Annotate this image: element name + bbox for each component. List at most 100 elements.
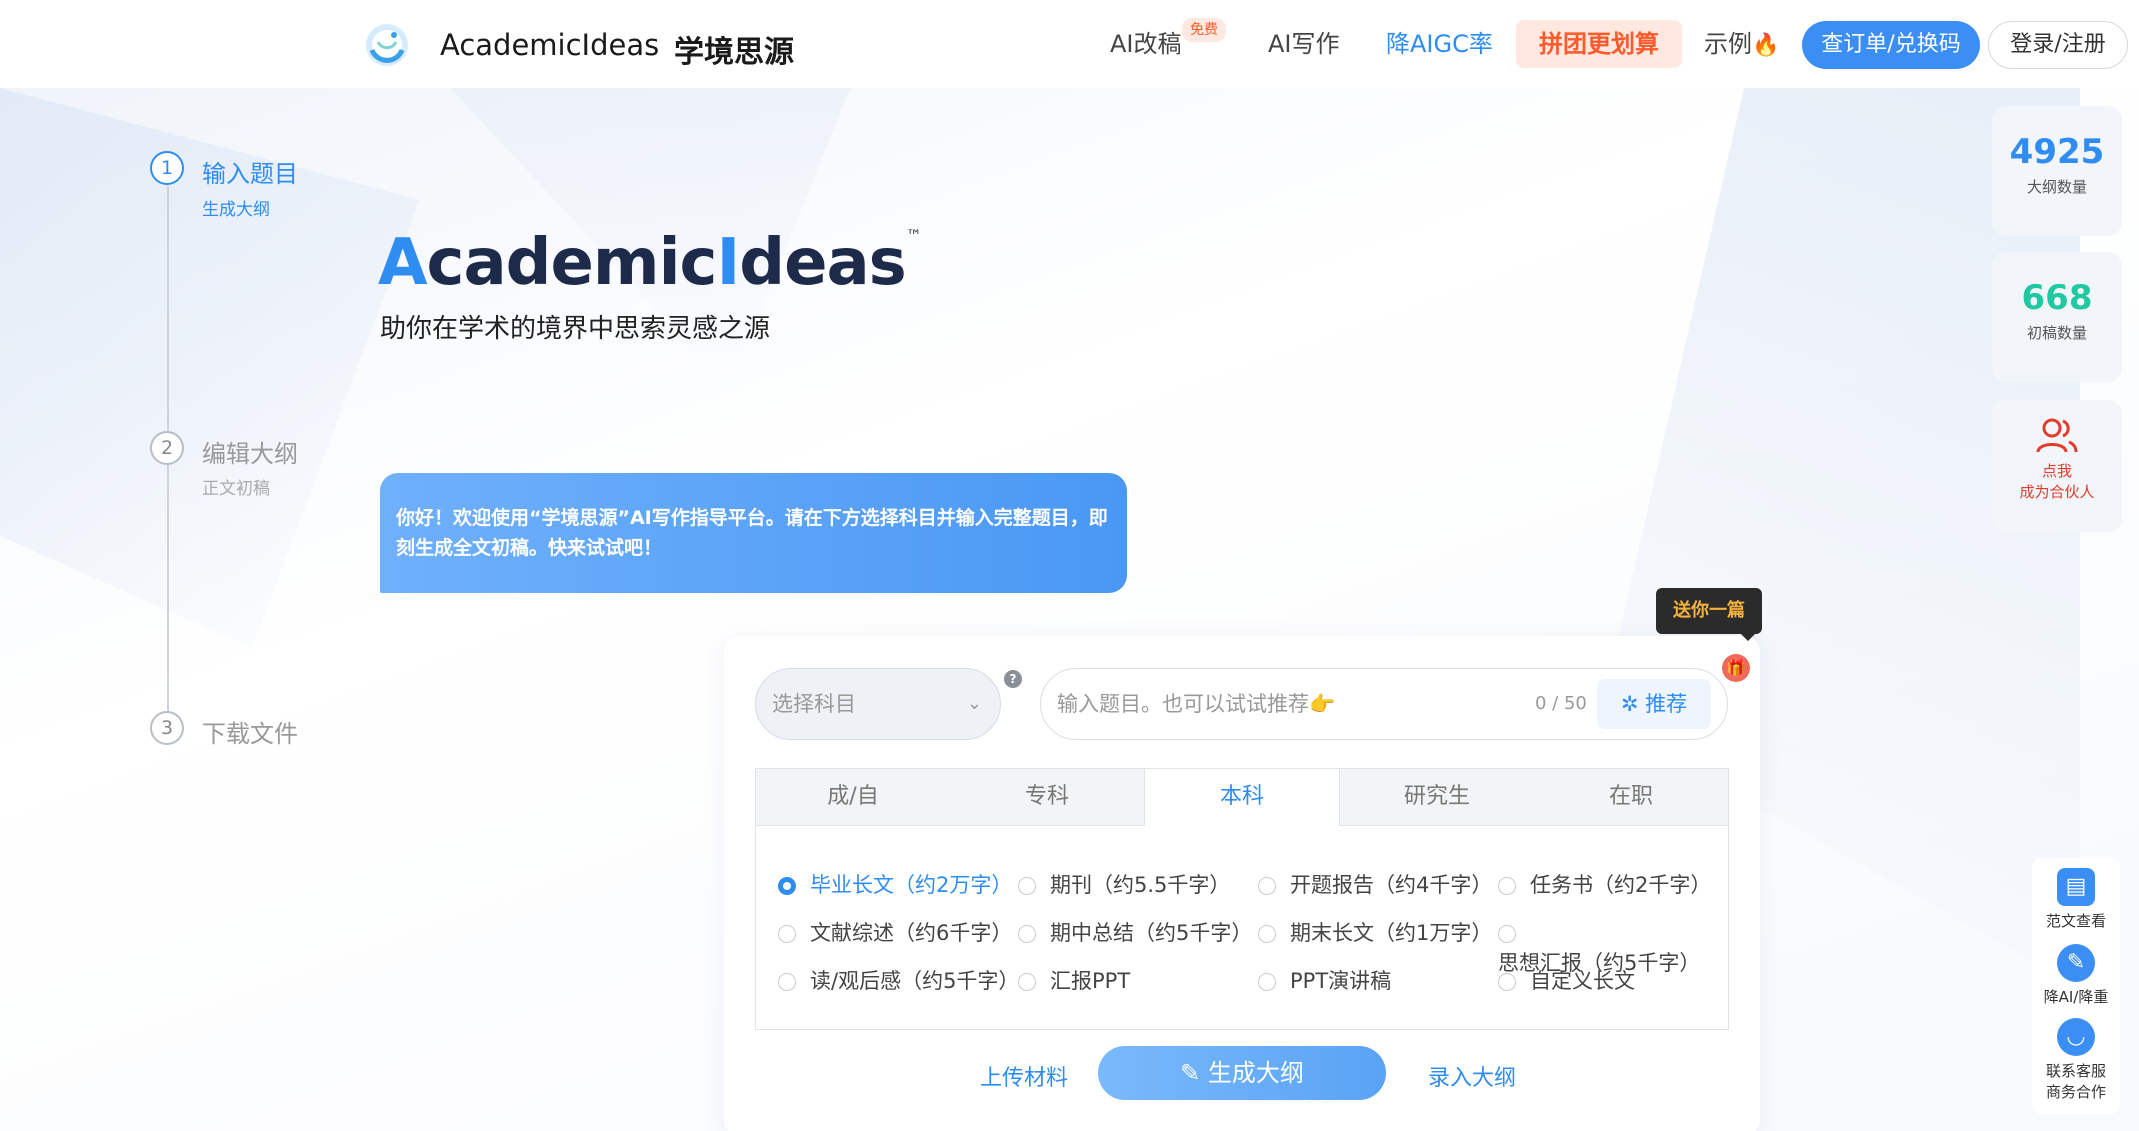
outline-count-box: 4925 大纲数量 [1992, 106, 2122, 236]
option-task-book[interactable]: 任务书（约2千字） [1498, 870, 1711, 900]
option-report-ppt[interactable]: 汇报PPT [1018, 966, 1130, 996]
step-1-subtitle: 生成大纲 [202, 200, 270, 220]
tab-benke[interactable]: 本科 [1144, 769, 1340, 827]
hero-title-i: I [716, 226, 740, 300]
tab-cheng-zi[interactable]: 成/自 [756, 769, 950, 825]
outline-count-label: 大纲数量 [2026, 178, 2087, 196]
customer-service-tool[interactable]: ◡ 联系客服 商务合作 [2032, 1018, 2120, 1102]
order-lookup-button[interactable]: 查订单/兑换码 [1802, 21, 1980, 69]
step-3-number: 3 [150, 711, 184, 745]
option-reflection[interactable]: 读/观后感（约5千字） [778, 966, 1019, 996]
option-thought-report[interactable]: 思想汇报（约5千字） [1498, 918, 1728, 975]
topic-input[interactable]: 输入题目。也可以试试推荐👉 0 / 50 ✲ 推荐 [1040, 668, 1728, 740]
gift-tooltip: 送你一篇 [1656, 588, 1762, 634]
radio-icon [1498, 973, 1516, 991]
sample-papers-tool[interactable]: ▤ 范文查看 [2032, 868, 2120, 931]
nav-ai-write[interactable]: AI写作 [1268, 20, 1340, 68]
recommend-button[interactable]: ✲ 推荐 [1597, 679, 1711, 729]
option-label: 汇报PPT [1050, 969, 1131, 993]
option-label: 期末长文（约1万字） [1290, 921, 1493, 945]
paper-type-options: 毕业长文（约2万字） 期刊（约5.5千字） 开题报告（约4千字） 任务书（约2千… [755, 826, 1729, 1030]
become-partner-button[interactable]: 点我 成为合伙人 [1992, 400, 2122, 532]
partner-users-icon [2036, 418, 2078, 453]
option-proposal-report[interactable]: 开题报告（约4千字） [1258, 870, 1492, 900]
chevron-down-icon: ⌄ [966, 693, 982, 714]
edit-icon: ✎ [1180, 1059, 1201, 1087]
option-midterm-summary[interactable]: 期中总结（约5千字） [1018, 918, 1252, 948]
option-ppt-speech[interactable]: PPT演讲稿 [1258, 966, 1391, 996]
welcome-bubble: 你好！欢迎使用“学境思源”AI写作指导平台。请在下方选择科目并输入完整题目，即刻… [380, 473, 1127, 593]
level-tabs: 成/自 专科 本科 研究生 在职 [755, 768, 1729, 827]
option-label: 毕业长文（约2万字） [810, 873, 1013, 897]
hero-title-end: deas [739, 226, 906, 300]
recommend-button-label: 推荐 [1645, 692, 1688, 716]
radio-icon [778, 973, 796, 991]
brand-name-en[interactable]: AcademicIdeas [440, 28, 659, 62]
step-2-subtitle: 正文初稿 [202, 479, 270, 499]
help-icon[interactable]: ? [1004, 670, 1022, 688]
brand-logo-icon[interactable] [364, 22, 410, 68]
hero-title-a: A [378, 226, 428, 300]
reduce-ai-label: 降AI/降重 [2043, 988, 2109, 1006]
nav-ai-revise[interactable]: AI改稿 [1110, 20, 1182, 68]
radio-icon [1018, 973, 1036, 991]
generate-outline-button[interactable]: ✎ 生成大纲 [1098, 1046, 1386, 1100]
radio-icon [1258, 973, 1276, 991]
radio-icon [1018, 877, 1036, 895]
radio-icon [1258, 877, 1276, 895]
login-register-button[interactable]: 登录/注册 [1988, 21, 2128, 69]
free-badge: 免费 [1182, 18, 1226, 42]
option-label: 自定义长文 [1530, 969, 1635, 993]
radio-icon [778, 877, 796, 895]
radio-icon [1498, 925, 1516, 943]
nav-reduce-aigc[interactable]: 降AIGC率 [1386, 20, 1493, 68]
chat-icon: ◡ [2057, 1018, 2095, 1056]
step-2-number: 2 [150, 431, 184, 465]
option-label: 开题报告（约4千字） [1290, 873, 1493, 897]
hero-title-mid: cademic [426, 226, 718, 300]
option-label: PPT演讲稿 [1290, 969, 1392, 993]
radio-icon [778, 925, 796, 943]
option-final-paper[interactable]: 期末长文（约1万字） [1258, 918, 1492, 948]
option-journal[interactable]: 期刊（约5.5千字） [1018, 870, 1230, 900]
option-graduation-paper[interactable]: 毕业长文（约2万字） [778, 870, 1012, 900]
brand-name-cn[interactable]: 学境思源 [674, 27, 794, 71]
subject-select-placeholder: 选择科目 [772, 692, 856, 716]
option-label: 期中总结（约5千字） [1050, 921, 1253, 945]
trademark-symbol: ™ [905, 226, 922, 245]
edit-circle-icon: ✎ [2057, 944, 2095, 982]
outline-count: 4925 [2009, 132, 2105, 172]
tab-zhuanke[interactable]: 专科 [950, 769, 1144, 825]
customer-service-label: 联系客服 [2045, 1062, 2106, 1080]
nav-example[interactable]: 示例🔥 [1704, 20, 1779, 68]
option-label: 读/观后感（约5千字） [810, 969, 1020, 993]
sample-papers-label: 范文查看 [2045, 912, 2106, 930]
radio-icon [1258, 925, 1276, 943]
radio-icon [1498, 877, 1516, 895]
import-outline-link[interactable]: 录入大纲 [1428, 1060, 1516, 1092]
tab-zaizhi[interactable]: 在职 [1534, 769, 1728, 825]
option-literature-review[interactable]: 文献综述（约6千字） [778, 918, 1012, 948]
top-header: AcademicIdeas 学境思源 AI改稿 免费 AI写作 降AIGC率 拼… [0, 0, 2139, 88]
nav-group-buy[interactable]: 拼团更划算 [1516, 20, 1682, 68]
reduce-ai-tool[interactable]: ✎ 降AI/降重 [2032, 944, 2120, 1007]
gift-icon[interactable]: 🎁 [1722, 654, 1750, 682]
subject-select[interactable]: 选择科目 ⌄ [755, 668, 1001, 740]
partner-line2: 成为合伙人 [2019, 483, 2095, 501]
hero-subtitle: 助你在学术的境界中思索灵感之源 [380, 314, 771, 344]
partner-line1: 点我 [2041, 462, 2072, 480]
step-2-title: 编辑大纲 [202, 440, 298, 468]
char-counter: 0 / 50 [1535, 693, 1587, 714]
tab-yanjiusheng[interactable]: 研究生 [1340, 769, 1534, 825]
option-custom-paper[interactable]: 自定义长文 [1498, 966, 1635, 996]
business-cooperation-label: 商务合作 [2045, 1083, 2106, 1101]
draft-count-box: 668 初稿数量 [1992, 252, 2122, 382]
side-toolbar: ▤ 范文查看 ✎ 降AI/降重 ◡ 联系客服 商务合作 [2032, 858, 2120, 1114]
sparkle-icon: ✲ [1620, 692, 1639, 716]
document-icon: ▤ [2057, 868, 2095, 906]
hero-title: AcademicIdeas™ [378, 226, 922, 300]
option-label: 期刊（约5.5千字） [1050, 873, 1231, 897]
draft-count-label: 初稿数量 [2026, 324, 2087, 342]
step-1-title: 输入题目 [202, 160, 298, 188]
upload-material-link[interactable]: 上传材料 [980, 1060, 1068, 1092]
